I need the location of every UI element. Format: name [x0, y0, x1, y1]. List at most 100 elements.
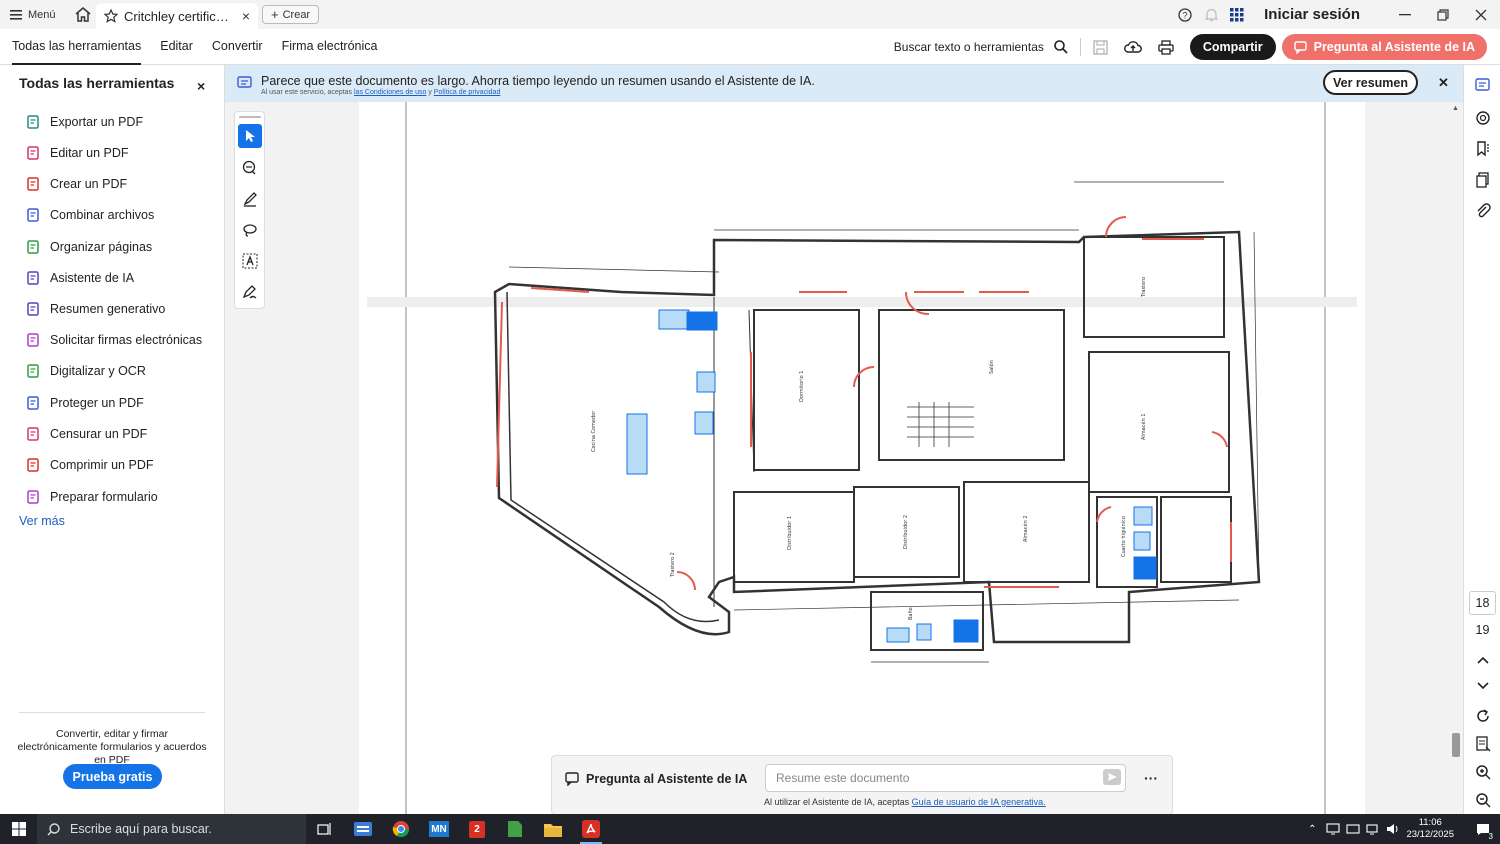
chevron-up-icon[interactable]: ⌃	[1308, 824, 1316, 835]
chrome-icon[interactable]	[382, 814, 420, 844]
app-icon-1[interactable]	[344, 814, 382, 844]
restore-icon[interactable]	[1424, 0, 1462, 29]
bell-icon[interactable]	[1198, 0, 1224, 29]
zoom-out-icon[interactable]	[1473, 790, 1493, 810]
ai-assistant-icon	[25, 270, 40, 285]
comment-tool[interactable]	[238, 156, 262, 180]
tool-item[interactable]: Preparar formulario	[25, 489, 158, 504]
document-tab[interactable]: Critchley certificado ... ×	[96, 3, 258, 29]
minimize-icon[interactable]	[1386, 0, 1424, 29]
chevron-up-icon[interactable]	[1473, 650, 1493, 670]
document-viewer: Parece que este documento es largo. Ahor…	[225, 65, 1463, 815]
highlight-tool[interactable]	[238, 187, 262, 211]
select-tool[interactable]	[238, 124, 262, 148]
ai-question-input[interactable]: Resume este documento	[765, 764, 1126, 792]
search-tools-label[interactable]: Buscar texto o herramientas	[894, 40, 1044, 54]
scroll-thumb[interactable]	[1452, 733, 1460, 757]
onedrive-icon[interactable]	[1346, 823, 1361, 835]
share-button[interactable]: Compartir	[1189, 34, 1276, 60]
tool-item[interactable]: Combinar archivos	[25, 207, 154, 222]
print-icon[interactable]	[1158, 39, 1174, 55]
zoom-in-icon[interactable]	[1473, 762, 1493, 782]
close-panel-icon[interactable]: ×	[197, 78, 205, 94]
hamburger-icon	[10, 9, 22, 20]
taskbar-search[interactable]: Escribe aquí para buscar.	[37, 814, 306, 844]
text-tool[interactable]	[238, 249, 262, 273]
menu-convert[interactable]: Convertir	[212, 29, 263, 65]
tool-item[interactable]: Asistente de IA	[25, 270, 134, 285]
sign-tool[interactable]	[238, 280, 262, 304]
tool-item[interactable]: Comprimir un PDF	[25, 457, 154, 472]
tool-label: Exportar un PDF	[50, 114, 144, 129]
view-summary-button[interactable]: Ver resumen	[1323, 70, 1418, 95]
ai-summary-rail-icon[interactable]	[1473, 75, 1493, 95]
vertical-scrollbar[interactable]: ▲	[1451, 105, 1461, 805]
tool-item[interactable]: Digitalizar y OCR	[25, 363, 146, 378]
system-clock[interactable]: 11:06 23/12/2025	[1406, 817, 1454, 841]
app-icon-green[interactable]	[496, 814, 534, 844]
task-view-icon[interactable]	[306, 814, 344, 844]
ai-summary-icon	[237, 76, 252, 88]
pdf-page[interactable]: Cocina Comedor Dormitorio 1 Salón Traste…	[359, 102, 1365, 814]
tool-item[interactable]: Crear un PDF	[25, 176, 127, 191]
free-trial-button[interactable]: Prueba gratis	[63, 764, 162, 789]
sign-in-link[interactable]: Iniciar sesión	[1264, 6, 1360, 23]
scan-ocr-icon	[25, 363, 40, 378]
upload-cloud-icon[interactable]	[1123, 40, 1142, 54]
rotate-icon[interactable]	[1473, 706, 1493, 726]
close-banner-icon[interactable]: ✕	[1438, 75, 1449, 91]
ai-guide-link[interactable]: Guía de usuario de IA generativa.	[912, 797, 1046, 807]
tool-item[interactable]: Editar un PDF	[25, 145, 129, 160]
help-icon[interactable]: ?	[1172, 0, 1198, 29]
chevron-down-icon[interactable]	[1473, 676, 1493, 696]
menu-button[interactable]: Menú	[0, 0, 66, 29]
close-window-icon[interactable]	[1462, 0, 1500, 29]
see-more-link[interactable]: Ver más	[19, 514, 65, 528]
menu-all-tools[interactable]: Todas las herramientas	[12, 29, 142, 65]
menu-esign[interactable]: Firma electrónica	[282, 29, 378, 65]
tool-item[interactable]: Organizar páginas	[25, 239, 152, 254]
room-label: Distribuidor 2	[903, 515, 909, 549]
tool-label: Organizar páginas	[50, 239, 153, 254]
tool-item[interactable]: Resumen generativo	[25, 301, 165, 316]
home-button[interactable]	[66, 0, 100, 29]
menu-edit[interactable]: Editar	[160, 29, 193, 65]
tool-item[interactable]: Exportar un PDF	[25, 114, 143, 129]
more-options-icon[interactable]: ···	[1144, 770, 1158, 786]
page-view-icon[interactable]	[1473, 734, 1493, 754]
tool-item[interactable]: Solicitar firmas electrónicas	[25, 332, 202, 347]
tool-item[interactable]: Proteger un PDF	[25, 395, 144, 410]
star-icon[interactable]	[104, 9, 118, 23]
save-icon[interactable]	[1093, 39, 1108, 55]
apps-grid-icon[interactable]	[1224, 0, 1250, 29]
create-button[interactable]: + Crear	[262, 5, 320, 24]
draw-tool[interactable]	[238, 218, 262, 242]
display-icon[interactable]	[1326, 823, 1341, 835]
app-icon-mn[interactable]: MN	[420, 814, 458, 844]
combine-files-icon	[25, 207, 40, 222]
tool-item[interactable]: Censurar un PDF	[25, 426, 147, 441]
calendar-app-icon[interactable]: 2	[458, 814, 496, 844]
tool-label: Crear un PDF	[50, 176, 128, 191]
room-label: Cuarto higiénico	[1120, 516, 1127, 557]
bookmark-rail-icon[interactable]	[1473, 139, 1493, 159]
terms-link[interactable]: las Condiciones de uso	[354, 89, 426, 96]
windows-start-button[interactable]	[0, 814, 37, 844]
send-button[interactable]	[1103, 769, 1121, 785]
comments-rail-icon[interactable]	[1473, 108, 1493, 128]
ask-ai-button[interactable]: Pregunta al Asistente de IA	[1281, 34, 1487, 60]
pages-rail-icon[interactable]	[1473, 170, 1493, 190]
close-tab-icon[interactable]: ×	[242, 8, 250, 24]
divider	[19, 712, 205, 713]
current-page-number[interactable]: 18	[1469, 591, 1496, 615]
search-icon[interactable]	[1054, 40, 1068, 54]
file-explorer-icon[interactable]	[534, 814, 572, 844]
privacy-link[interactable]: Política de privacidad	[434, 89, 501, 96]
notifications-icon[interactable]: 3	[1466, 814, 1500, 844]
next-page-number[interactable]: 19	[1469, 618, 1496, 642]
volume-icon[interactable]	[1386, 823, 1400, 835]
network-icon[interactable]	[1366, 823, 1380, 835]
acrobat-taskbar-icon[interactable]	[572, 814, 610, 844]
redact-pdf-icon	[25, 426, 40, 441]
attachments-rail-icon[interactable]	[1473, 201, 1493, 221]
